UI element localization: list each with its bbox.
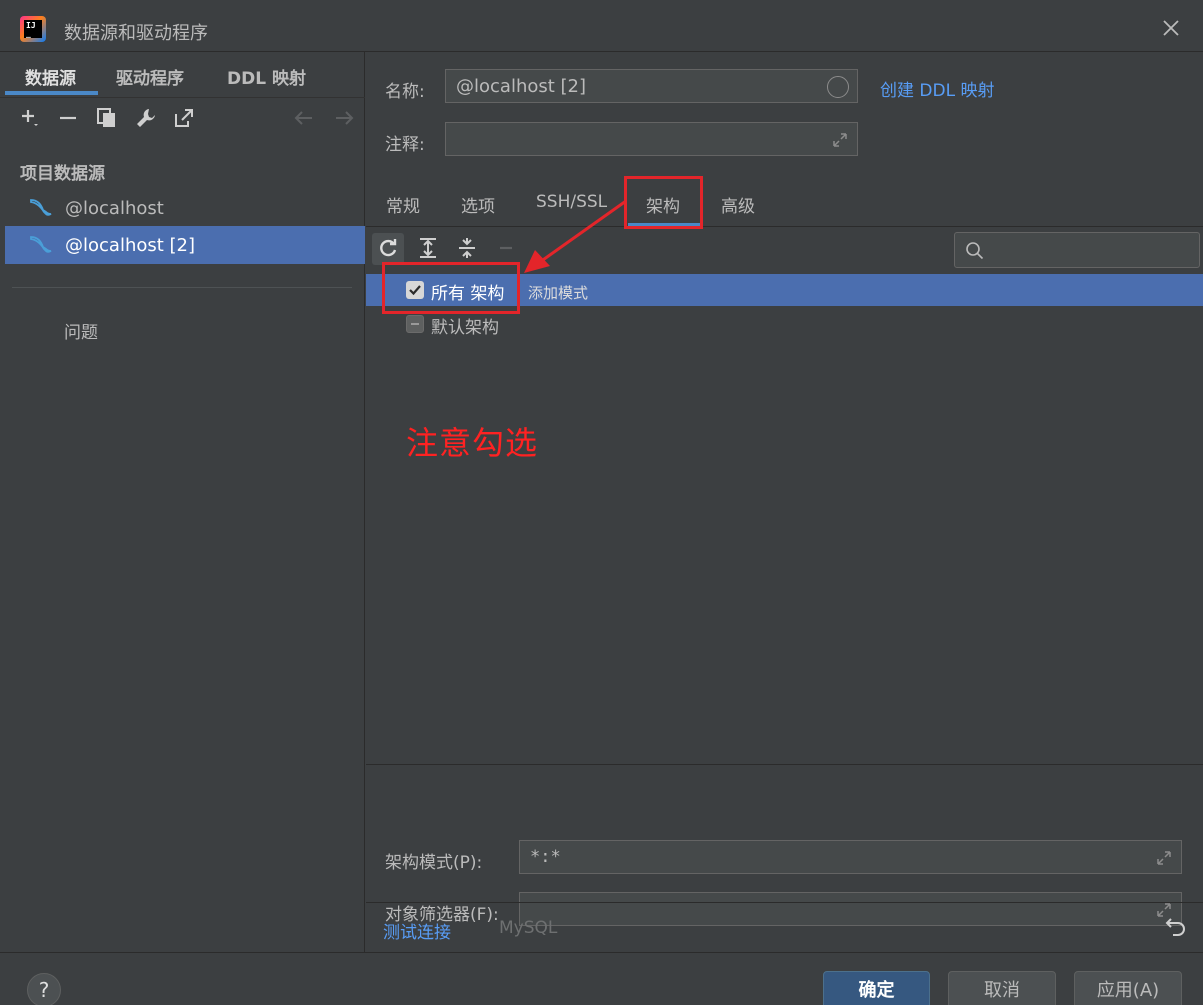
revert-icon[interactable] [1165,915,1187,937]
schema-search[interactable] [954,232,1200,268]
duplicate-icon[interactable] [95,106,119,130]
annotation-box-schemas-tab [624,176,703,229]
tab-advanced[interactable]: 高级 [721,192,755,217]
name-label: 名称: [385,82,425,102]
search-input[interactable] [993,237,1193,263]
add-pattern-hint: 添加模式 [528,284,589,302]
active-tab-indicator [5,91,98,95]
mysql-dolphin-icon [30,199,52,216]
expand-all-icon[interactable] [416,236,440,260]
tab-datasources[interactable]: 数据源 [25,64,76,89]
close-icon [1163,20,1179,36]
schema-pattern-label: 架构模式(P): [385,853,483,873]
window-title: 数据源和驱动程序 [64,23,208,44]
forward-arrow-icon[interactable] [332,106,356,130]
test-connection-link[interactable]: 测试连接 [383,918,451,943]
annotation-text: 注意勾选 [406,424,539,462]
cancel-button[interactable]: 取消 [948,971,1056,1005]
add-icon[interactable] [18,106,42,130]
schema-pattern-value: *:* [530,847,561,867]
project-datasources-heading: 项目数据源 [20,164,105,184]
minus-icon[interactable] [494,236,518,260]
schema-pattern-field[interactable]: *:* [519,840,1182,874]
left-panel: 数据源 驱动程序 DDL 映射 项目数据源 @localhost @localh… [0,52,365,952]
settings-tabs: 常规 选项 SSH/SSL 架构 高级 [366,177,1203,227]
search-icon [966,242,984,260]
datasource-label: @localhost [65,198,164,219]
color-circle-icon[interactable] [827,76,849,98]
comment-field[interactable] [445,122,858,156]
right-panel: 名称: @localhost [2] 创建 DDL 映射 注释: 常规 选项 S… [366,52,1203,952]
refresh-icon[interactable] [376,236,400,260]
close-button[interactable] [1161,18,1181,38]
tab-drivers[interactable]: 驱动程序 [116,64,184,89]
wrench-icon[interactable] [134,106,158,130]
bottom-links: 测试连接 MySQL [366,902,1203,952]
left-tabs: 数据源 驱动程序 DDL 映射 [0,52,365,97]
ok-button[interactable]: 确定 [823,971,930,1005]
open-external-icon[interactable] [172,106,196,130]
datasource-toolbar [0,97,365,139]
problems-item[interactable]: 问题 [64,318,98,343]
schema-pattern-section: 架构模式(P): *:* 对象筛选器(F): [366,766,1203,926]
title-bar: IJ _ 数据源和驱动程序 [0,0,1203,52]
apply-button[interactable]: 应用(A) [1074,971,1182,1005]
tab-general[interactable]: 常规 [386,192,420,217]
intellij-logo-icon: IJ _ [20,16,46,42]
tab-ssh-ssl[interactable]: SSH/SSL [536,192,607,212]
datasource-label: @localhost [2] [65,235,196,256]
comment-label: 注释: [385,135,425,155]
annotation-box-all-schemas [382,262,520,314]
name-field[interactable]: @localhost [2] [445,69,858,103]
datasources-dialog: IJ _ 数据源和驱动程序 数据源 驱动程序 DDL 映射 项目数据源 @loc… [0,0,1203,1005]
remove-icon[interactable] [56,106,80,130]
back-arrow-icon[interactable] [292,106,316,130]
mysql-dolphin-icon [30,236,52,253]
datasource-item-selected[interactable]: @localhost [2] [5,226,365,264]
tab-options[interactable]: 选项 [461,192,495,217]
help-button[interactable]: ? [27,973,61,1005]
datasource-item[interactable]: @localhost [5,189,365,227]
name-value: @localhost [2] [456,76,587,97]
tab-ddl-mappings[interactable]: DDL 映射 [227,64,306,89]
expand-icon[interactable] [831,131,849,149]
default-schema-label: 默认架构 [431,318,499,338]
driver-name: MySQL [499,918,558,938]
collapse-all-icon[interactable] [455,236,479,260]
default-schema-checkbox[interactable] [406,315,424,333]
create-ddl-mapping-link[interactable]: 创建 DDL 映射 [880,76,994,101]
dialog-footer: ? 确定 取消 应用(A) [0,952,1203,1005]
expand-icon[interactable] [1155,849,1173,867]
divider [12,287,352,288]
